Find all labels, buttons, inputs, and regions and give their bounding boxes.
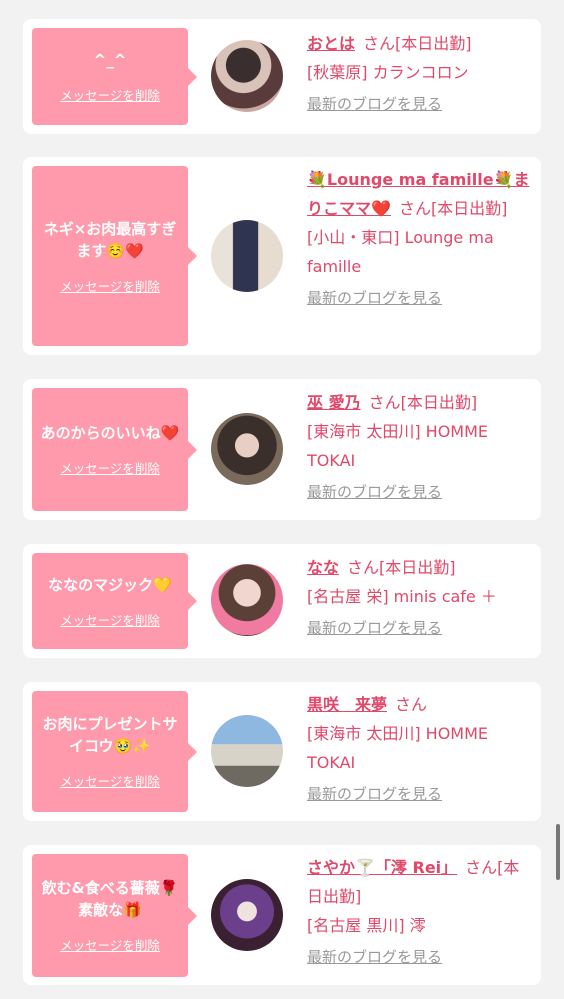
message-card: あのからのいいね❤️ メッセージを削除 巫 愛乃 さん[本日出勤] [東海市 太田… <box>23 379 541 520</box>
delete-message-link[interactable]: メッセージを削除 <box>60 610 160 629</box>
message-bubble: 飲む&食べる薔薇🌹素敵な🎁 メッセージを削除 <box>32 854 197 977</box>
message-text: ^_^ <box>93 51 127 69</box>
message-card: 飲む&食べる薔薇🌹素敵な🎁 メッセージを削除 さやか🍸「澪 Rei」 さん[本日出… <box>23 845 541 985</box>
delete-message-link[interactable]: メッセージを削除 <box>60 458 160 477</box>
cast-status: さん[本日出勤] <box>363 34 472 53</box>
avatar[interactable] <box>211 879 283 951</box>
latest-blog-link[interactable]: 最新のブログを見る <box>307 946 442 967</box>
cast-status: さん <box>395 695 428 714</box>
message-bubble: ななのマジック💛 メッセージを削除 <box>32 553 197 649</box>
cast-name-link[interactable]: 巫 愛乃 <box>307 393 361 412</box>
delete-message-link[interactable]: メッセージを削除 <box>60 85 160 104</box>
cast-info: 黒咲 来夢 さん [東海市 太田川] HOMME TOKAI 最新のブログを見る <box>307 690 533 804</box>
cast-name-link[interactable]: さやか🍸「澪 Rei」 <box>307 858 457 877</box>
message-bubble: あのからのいいね❤️ メッセージを削除 <box>32 388 197 511</box>
message-card: ^_^ メッセージを削除 おとは さん[本日出勤] [秋葉原] カランコロン 最新… <box>23 19 541 134</box>
latest-blog-link[interactable]: 最新のブログを見る <box>307 287 442 308</box>
cast-info: 巫 愛乃 さん[本日出勤] [東海市 太田川] HOMME TOKAI 最新のブロ… <box>307 388 533 502</box>
avatar[interactable] <box>211 40 283 112</box>
latest-blog-link[interactable]: 最新のブログを見る <box>307 481 442 502</box>
avatar[interactable] <box>211 220 283 292</box>
shop-location: [小山・東口] Lounge ma famille <box>307 228 494 276</box>
latest-blog-link[interactable]: 最新のブログを見る <box>307 617 442 638</box>
avatar[interactable] <box>211 564 283 636</box>
shop-location: [東海市 太田川] HOMME TOKAI <box>307 422 489 470</box>
cast-name-link[interactable]: おとは <box>307 34 355 53</box>
cast-name-link[interactable]: なな <box>307 558 339 577</box>
cast-status: さん[本日出勤] <box>347 558 456 577</box>
message-bubble: ^_^ メッセージを削除 <box>32 28 197 125</box>
message-card: ななのマジック💛 メッセージを削除 なな さん[本日出勤] [名古屋 栄] min… <box>23 544 541 658</box>
cast-info: 💐Lounge ma famille💐まりこママ❤️ さん[本日出勤] [小山・東… <box>307 165 533 308</box>
shop-location: [名古屋 栄] minis cafe ＋ <box>307 587 497 606</box>
cast-name-link[interactable]: 黒咲 来夢 <box>307 695 387 714</box>
cast-info: さやか🍸「澪 Rei」 さん[本日出勤] [名古屋 黒川] 澪 最新のブログを見る <box>307 853 533 967</box>
cast-info: おとは さん[本日出勤] [秋葉原] カランコロン 最新のブログを見る <box>307 29 533 114</box>
avatar[interactable] <box>211 413 283 485</box>
message-text: お肉にプレゼントサイコウ🥹✨ <box>42 715 178 755</box>
delete-message-link[interactable]: メッセージを削除 <box>60 771 160 790</box>
shop-location: [名古屋 黒川] 澪 <box>307 916 426 935</box>
cast-info: なな さん[本日出勤] [名古屋 栄] minis cafe ＋ 最新のブログを見… <box>307 553 533 638</box>
shop-location: [東海市 太田川] HOMME TOKAI <box>307 724 489 772</box>
message-text: あのからのいいね❤️ <box>40 424 180 442</box>
cast-status: さん[本日出勤] <box>368 393 478 412</box>
latest-blog-link[interactable]: 最新のブログを見る <box>307 93 442 114</box>
message-text: 飲む&食べる薔薇🌹素敵な🎁 <box>41 879 179 919</box>
message-text: ななのマジック💛 <box>48 575 172 594</box>
message-bubble: お肉にプレゼントサイコウ🥹✨ メッセージを削除 <box>32 691 197 812</box>
latest-blog-link[interactable]: 最新のブログを見る <box>307 783 442 804</box>
message-card: ネギ×お肉最高すぎます☺️❤️ メッセージを削除 💐Lounge ma fami… <box>23 157 541 355</box>
cast-status: さん[本日出勤] <box>398 199 508 218</box>
shop-location: [秋葉原] カランコロン <box>307 63 469 82</box>
avatar[interactable] <box>211 715 283 787</box>
message-text: ネギ×お肉最高すぎます☺️❤️ <box>43 219 177 260</box>
message-bubble: ネギ×お肉最高すぎます☺️❤️ メッセージを削除 <box>32 166 197 346</box>
delete-message-link[interactable]: メッセージを削除 <box>60 935 160 954</box>
scrollbar[interactable] <box>556 824 560 880</box>
message-card: お肉にプレゼントサイコウ🥹✨ メッセージを削除 黒咲 来夢 さん [東海市 太田川… <box>23 682 541 821</box>
delete-message-link[interactable]: メッセージを削除 <box>60 276 160 295</box>
